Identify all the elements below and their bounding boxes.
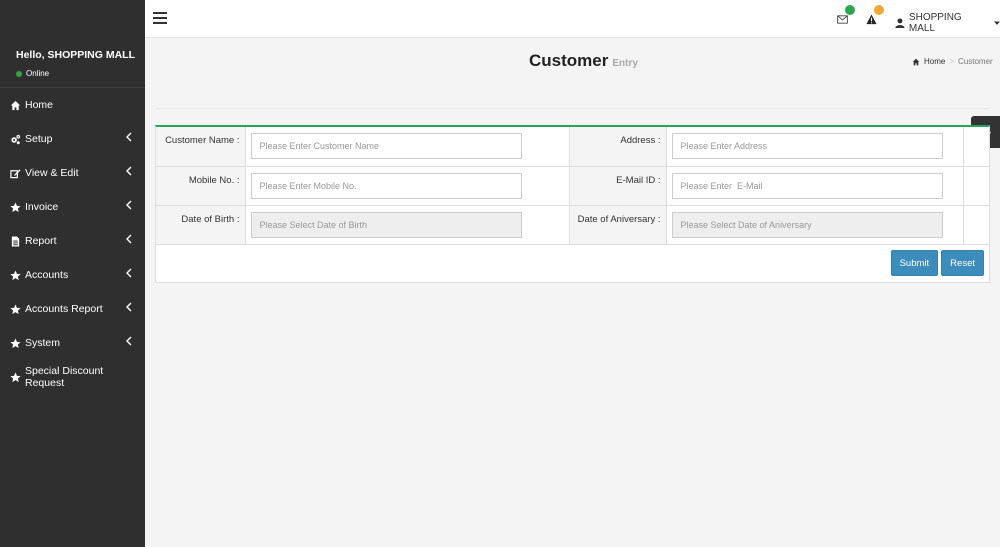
form-cell [666,127,964,167]
messages-button[interactable] [837,5,855,24]
mobile-input[interactable] [250,172,522,199]
reset-button[interactable]: Reset [941,250,984,276]
mobile-label: Mobile No. : [156,166,246,206]
sidebar-item-view-edit[interactable]: View & Edit [0,156,145,190]
form-actions: Submit Reset [890,250,984,276]
anniversary-datepicker-input[interactable] [671,211,943,238]
chevron-left-icon [126,200,132,210]
star-icon [10,371,21,383]
user-menu-label: SHOPPING MALL [908,12,962,34]
sidebar-menu: Home Setup View & Edit Invoice Report Ac… [0,88,145,394]
form-row: Customer Name : Address : [156,127,989,167]
email-label: E-Mail ID : [569,166,667,206]
breadcrumb-separator: > [949,57,955,66]
submit-button[interactable]: Submit [890,250,939,276]
sidebar-item-label: Accounts [25,269,69,281]
sidebar-item-label: Invoice [25,201,59,213]
alerts-badge [874,5,884,15]
sidebar-item-special-discount-request[interactable]: Special Discount Request [0,360,145,394]
page-title-text: Customer [529,51,609,70]
breadcrumb-current: Customer [958,57,993,66]
dob-datepicker-input[interactable] [250,211,522,238]
chevron-left-icon [126,302,132,312]
top-navbar: SHOPPING MALL [145,0,1000,38]
form-table: Customer Name : Address : Mobile No. : E… [156,127,989,245]
header-divider [156,108,990,109]
star-icon [10,269,21,281]
messages-badge [845,5,855,15]
sidebar-item-accounts-report[interactable]: Accounts Report [0,292,145,326]
page-title: Customer Entry [529,51,638,71]
warning-icon [866,14,877,25]
breadcrumb: Home > Customer [912,57,993,66]
chevron-left-icon [126,268,132,278]
sidebar-item-label: Home [25,99,54,111]
star-icon [10,303,21,315]
form-cell [245,205,570,245]
form-cell-spacer [963,127,989,167]
file-icon [10,235,21,247]
chevron-left-icon [126,132,132,142]
sidebar-item-home[interactable]: Home [0,88,145,122]
sidebar-item-label: Setup [25,133,53,145]
form-cell [245,127,570,167]
star-icon [10,201,21,213]
edit-icon [10,168,21,179]
sidebar-item-accounts[interactable]: Accounts [0,258,145,292]
home-icon [912,58,920,65]
sidebar-item-label: Special Discount Request [25,365,104,389]
anniversary-label: Date of Aniversary : [569,205,667,245]
customer-entry-form: Customer Name : Address : Mobile No. : E… [155,125,990,283]
star-icon [10,337,21,349]
sidebar-item-label: System [25,337,61,349]
sidebar-item-system[interactable]: System [0,326,145,360]
sidebar-item-label: View & Edit [25,167,79,179]
user-greeting: Hello, SHOPPING MALL [16,49,136,61]
sidebar-item-report[interactable]: Report [0,224,145,258]
dob-label: Date of Birth : [156,205,246,245]
envelope-icon [837,15,848,24]
form-cell [245,166,570,206]
form-cell-spacer [963,166,989,206]
online-status-dot [16,70,22,77]
alerts-button[interactable] [866,5,884,25]
chevron-left-icon [126,166,132,176]
address-input[interactable] [671,133,943,159]
email-input[interactable] [671,172,943,199]
user-menu-dropdown[interactable]: SHOPPING MALL [895,12,1000,34]
form-cell [666,166,964,206]
customer-name-input[interactable] [250,133,522,159]
sidebar-item-invoice[interactable]: Invoice [0,190,145,224]
user-icon [895,18,905,28]
customer-name-label: Customer Name : [156,127,246,167]
user-status: Online [16,69,145,78]
content-header: Customer Entry Home > Customer [145,38,1000,110]
form-row: Date of Birth : Date of Aniversary : [156,205,989,245]
sidebar-toggle-icon[interactable] [153,12,167,24]
address-label: Address : [569,127,667,167]
sidebar-item-label: Report [25,235,57,247]
user-status-label: Online [26,69,50,78]
page-subtitle: Entry [612,58,638,69]
home-icon [10,100,21,111]
cogs-icon [10,134,21,145]
form-row: Mobile No. : E-Mail ID : [156,166,989,206]
sidebar-item-setup[interactable]: Setup [0,122,145,156]
form-cell [666,205,964,245]
breadcrumb-home-link[interactable]: Home [924,57,945,66]
form-cell-spacer [963,205,989,245]
chevron-left-icon [126,336,132,346]
caret-down-icon [994,21,1000,25]
sidebar-item-label: Accounts Report [25,303,103,315]
sidebar: Hello, SHOPPING MALL Online Home Setup V… [0,0,145,547]
chevron-left-icon [126,234,132,244]
user-panel: Hello, SHOPPING MALL Online [0,0,145,88]
